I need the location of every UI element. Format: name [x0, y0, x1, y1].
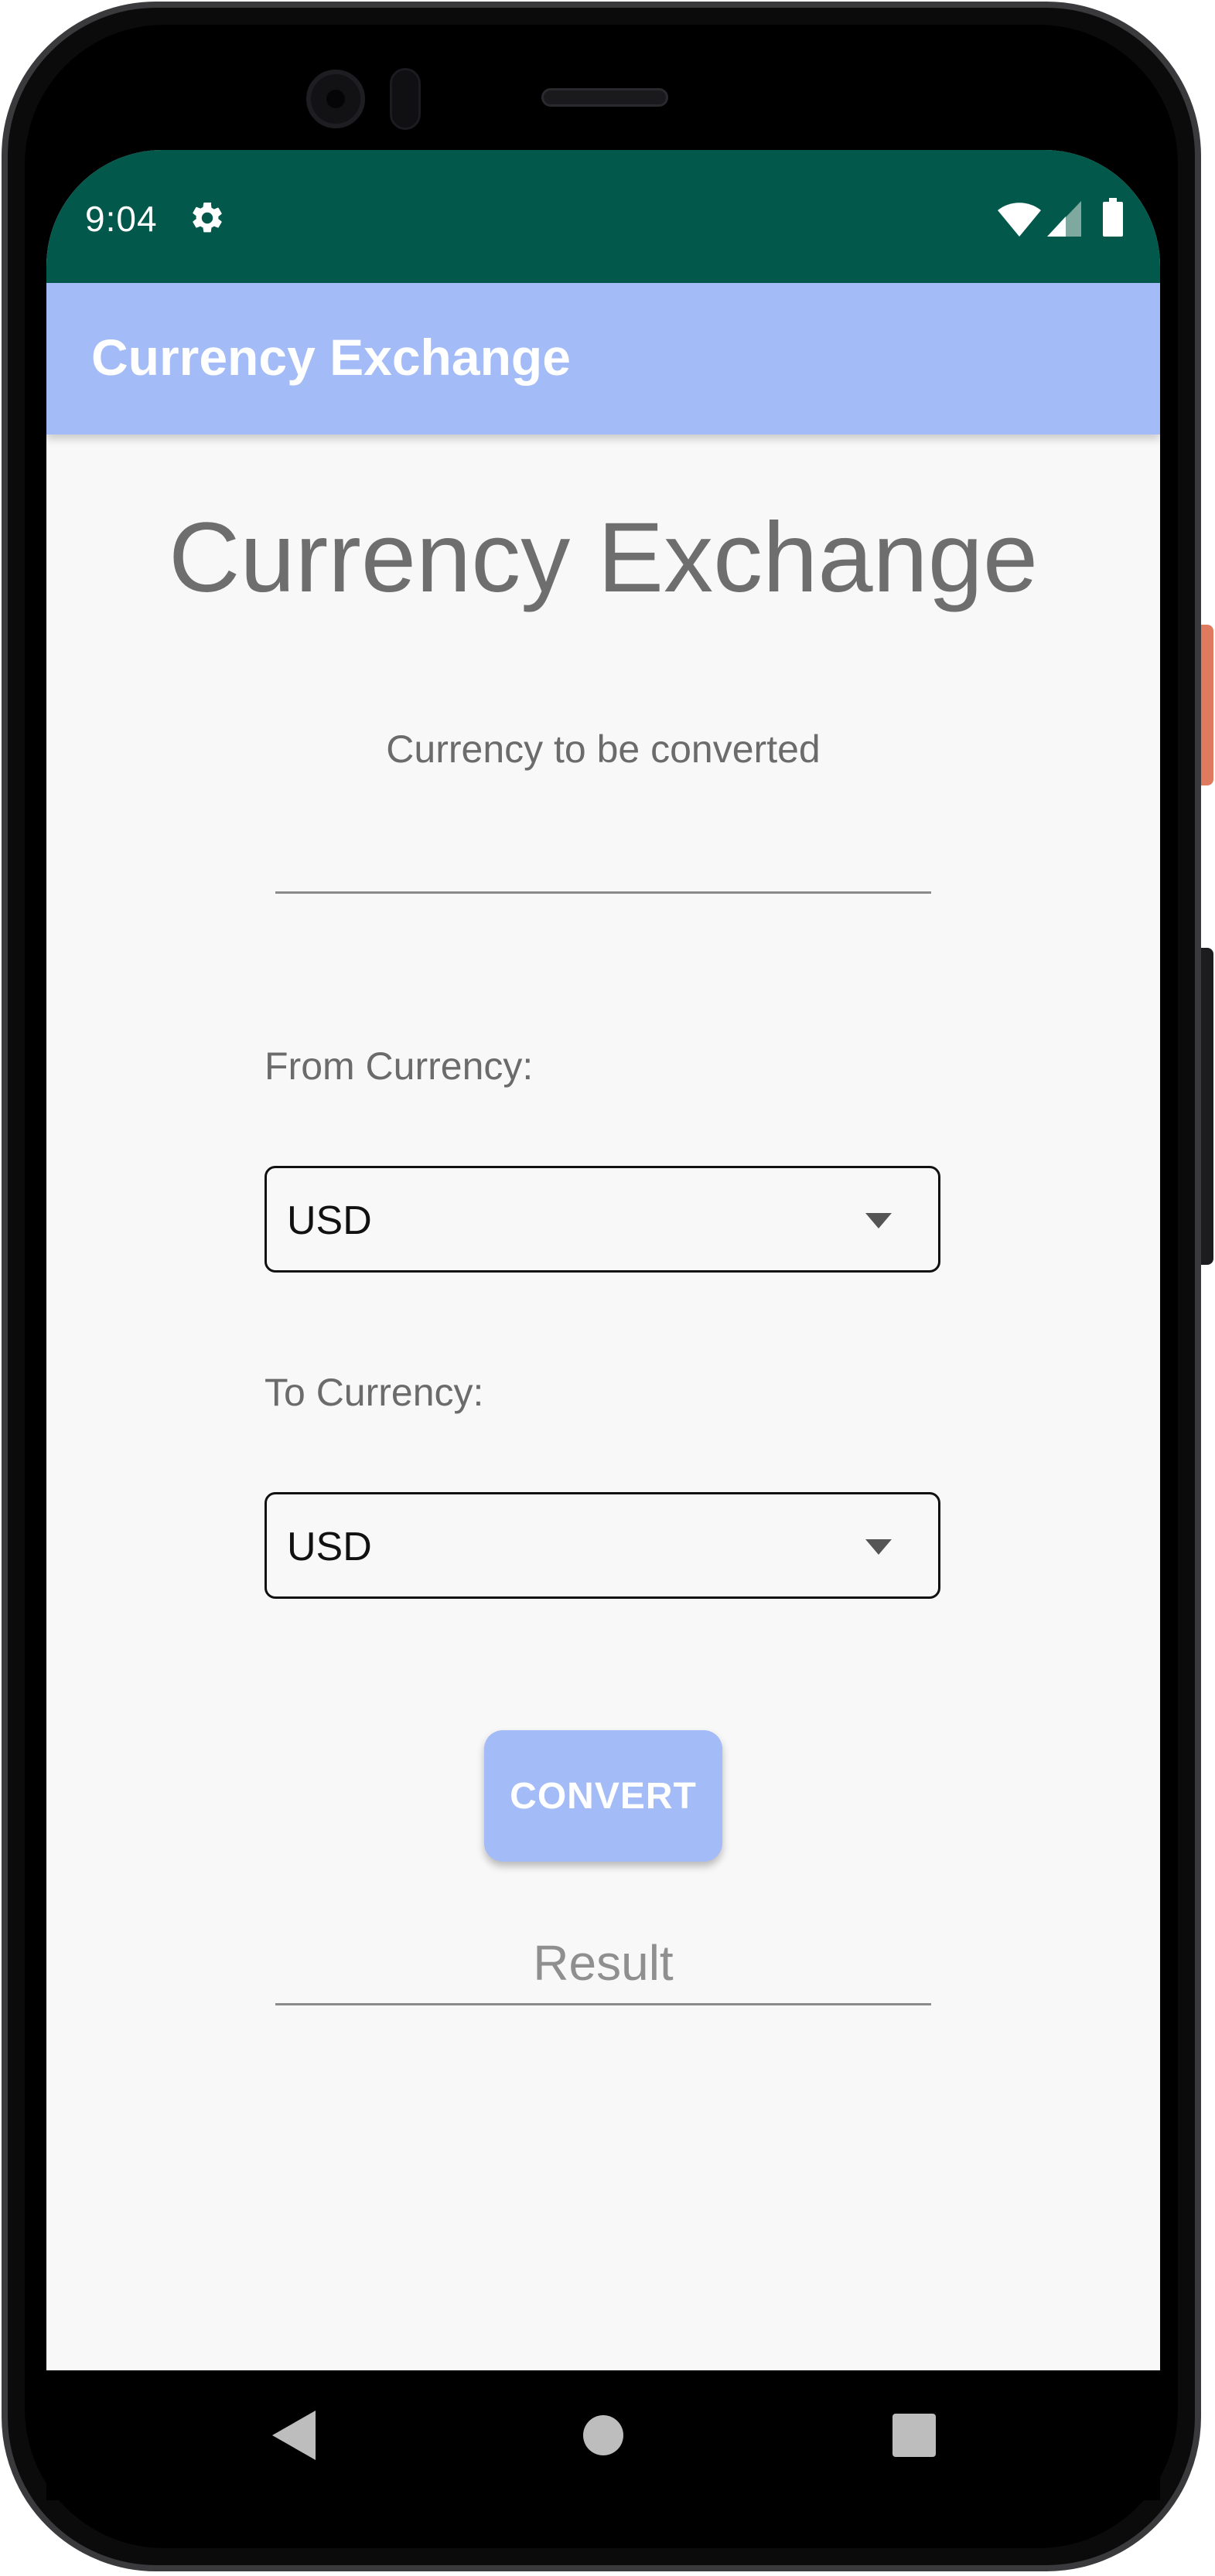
- chevron-down-icon: [865, 1213, 892, 1228]
- main-content: Currency Exchange Currency to be convert…: [46, 434, 1160, 2213]
- from-currency-dropdown[interactable]: USD: [265, 1166, 940, 1273]
- gear-icon: [193, 202, 222, 233]
- amount-input[interactable]: [275, 806, 931, 894]
- app-bar: Currency Exchange: [46, 283, 1160, 434]
- to-currency-value: USD: [287, 1525, 372, 1569]
- page-title: Currency Exchange: [168, 503, 1039, 613]
- back-icon[interactable]: [272, 2411, 316, 2460]
- recents-icon[interactable]: [892, 2414, 936, 2457]
- navigation-bar: [46, 2370, 1160, 2500]
- result-placeholder: Result: [533, 1935, 674, 1991]
- to-currency-dropdown[interactable]: USD: [265, 1492, 940, 1599]
- from-currency-value: USD: [287, 1198, 372, 1243]
- from-currency-label: From Currency:: [265, 1044, 534, 1088]
- front-camera: [306, 70, 365, 128]
- battery-icon: [1103, 198, 1123, 237]
- home-icon[interactable]: [583, 2415, 623, 2455]
- to-currency-label: To Currency:: [265, 1371, 484, 1414]
- chevron-down-icon: [865, 1539, 892, 1555]
- volume-button: [1201, 948, 1213, 1265]
- app-bar-title: Currency Exchange: [91, 329, 571, 386]
- result-field[interactable]: Result: [275, 1920, 931, 2005]
- power-button: [1201, 625, 1213, 785]
- convert-button[interactable]: CONVERT: [484, 1730, 722, 1862]
- earpiece-speaker: [541, 88, 668, 107]
- screen: 9:04 Currency Exchange Currency Exchange…: [46, 150, 1160, 2500]
- amount-label: Currency to be converted: [386, 727, 821, 771]
- proximity-sensor: [390, 68, 421, 130]
- status-bar: 9:04: [46, 150, 1160, 283]
- signal-icon: [1047, 201, 1081, 237]
- status-time: 9:04: [85, 199, 158, 239]
- wifi-icon: [998, 203, 1041, 237]
